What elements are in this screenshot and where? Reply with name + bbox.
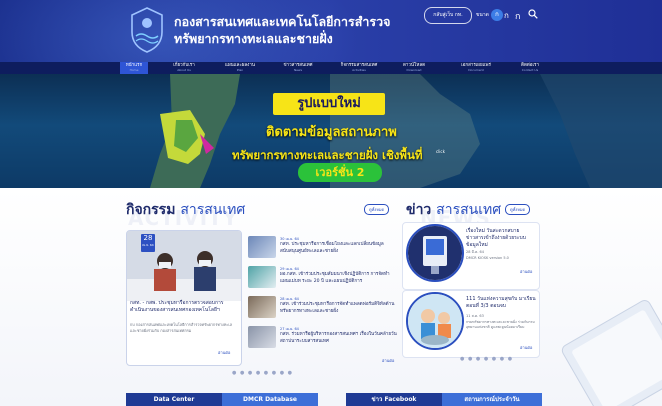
activity-thumb-executives xyxy=(248,326,276,348)
activity-date-day: 28 xyxy=(143,234,153,242)
search-icon[interactable] xyxy=(528,9,538,19)
activities-carousel-dots[interactable]: ● ● ● ● ● ● ● ● xyxy=(232,370,293,376)
hero-title-monitor: ติดตามข้อมูลสถานภาพ xyxy=(266,125,397,140)
font-size-small-button[interactable]: ก xyxy=(491,9,503,21)
news-card-title: 111 วันแห่งความสุขกับ มาเรียน ตอนที่ 3/3… xyxy=(466,296,536,309)
activities-title-rest: สารสนเทศ xyxy=(180,202,246,218)
nav-download-en: Download xyxy=(406,68,422,72)
activity-date-month: เม.ย. 64 xyxy=(142,243,154,247)
tab-daily-situation[interactable]: สถานการณ์ประจำวัน xyxy=(442,393,542,406)
activities-title: กิจกรรม สารสนเทศ xyxy=(126,199,245,221)
news-kiosk-image xyxy=(406,224,464,282)
nav-documents-en: Document xyxy=(468,68,484,72)
news-card-title: เรื่องใหม่ วันสะดวกสบาย ข่าวสารเข้าถึงง่… xyxy=(466,228,526,248)
back-to-dmcr-button[interactable]: กลับสู่เว็บ กท. xyxy=(424,7,472,24)
news-card-caption: กรมทรัพยากรทางทะเลและชายฝั่ง ร่วมกับกรมอ… xyxy=(466,320,535,329)
activity-thumb-discussion xyxy=(248,296,276,318)
dugong-illustration-icon xyxy=(408,294,462,348)
font-size-label: ขนาด xyxy=(476,12,489,18)
activity-feature-summary: กบ กองสารสนเทศและเทคโนโลยีการสำรวจทรัพยา… xyxy=(130,322,233,333)
activity-item[interactable]: 27 เม.ย. 64 กสท. ร่วมหารือผู้บริหารกองสา… xyxy=(248,326,398,354)
news-carousel-dots[interactable]: ● ● ● ● ● ● ● xyxy=(460,356,513,362)
news-card-date: 11 ส.ค. 63 xyxy=(466,314,484,318)
hero-version-button[interactable]: เวอร์ชั่น 2 xyxy=(298,163,382,182)
activity-item-title: กสท. เข้าร่วมประชุมหารือการจัดทำแพลตฟอร์… xyxy=(280,302,395,314)
activities-title-bold: กิจกรรม xyxy=(126,202,176,218)
activity-item-title: กสท. ร่วมหารือผู้บริหารกองสารสนเทศฯ เรื่… xyxy=(280,332,397,344)
tab-dmcr-database[interactable]: DMCR Database xyxy=(222,393,318,406)
font-size-large-button[interactable]: ก xyxy=(515,9,520,23)
nav-news-en: News xyxy=(293,68,303,72)
activity-item[interactable]: 30 เม.ย. 64 กสท. ประชุมหารือการเชื่อมโยง… xyxy=(248,236,398,264)
site-title: กองสารสนเทศและเทคโนโลยีการสำรวจ ทรัพยากร… xyxy=(174,13,390,47)
main-navbar xyxy=(0,62,662,74)
activity-item[interactable]: 28 เม.ย. 64 กสท. เข้าร่วมประชุมหารือการจ… xyxy=(248,296,398,324)
nav-home-en: Home xyxy=(129,68,139,72)
news-card-date: 28 มี.ค. 64 xyxy=(466,250,485,254)
activities-more-button[interactable]: ดูทั้งหมด xyxy=(364,204,390,215)
news-more-button[interactable]: ดูทั้งหมด xyxy=(505,204,531,215)
activity-feature-title[interactable]: กสท. - กสพ. ประชุมหารือการตรวจสอบการดำเน… xyxy=(130,300,238,314)
activity-date-badge: 28 เม.ย. 64 xyxy=(141,234,155,252)
activity-item[interactable]: 29 เม.ย. 64 ผอ.กสท. เข้าร่วมประชุมสัมมนา… xyxy=(248,266,398,294)
activity-thumb-meeting xyxy=(248,236,276,258)
site-title-line1: กองสารสนเทศและเทคโนโลยีการสำรวจ xyxy=(174,14,391,29)
tab-data-center[interactable]: Data Center xyxy=(126,393,222,406)
tablet-decoration-icon xyxy=(561,300,662,406)
nav-contact-en: Contact Us xyxy=(521,68,539,72)
nav-activities-en: Activities xyxy=(352,68,366,72)
tab-facebook-news[interactable]: ข่าว Facebook xyxy=(346,393,442,406)
news-card-caption: DMCR KIOSK version 5.0 xyxy=(466,256,509,260)
activity-thumb-seminar xyxy=(248,266,276,288)
kiosk-icon xyxy=(408,226,462,280)
dmcr-logo[interactable] xyxy=(128,6,166,54)
activity-item-title: ผอ.กสท. เข้าร่วมประชุมสัมมนาเชิงปฏิบัติก… xyxy=(280,272,390,284)
news-title-bold: ข่าว xyxy=(406,202,432,218)
news-card-read-more[interactable]: อ่านต่อ xyxy=(520,268,532,275)
nav-about-en: About Us xyxy=(177,68,191,72)
nav-plan-en: Plan xyxy=(236,68,244,72)
hero-title-new-format: รูปแบบใหม่ xyxy=(273,93,385,115)
news-card-read-more[interactable]: อ่านต่อ xyxy=(520,344,532,351)
activity-feature-read-more[interactable]: อ่านต่อ xyxy=(218,349,230,356)
activity-item-title: กสท. ประชุมหารือการเชื่อมโยงและแลกเปลี่ย… xyxy=(280,242,384,254)
news-title: ข่าว สารสนเทศ xyxy=(406,199,501,221)
activity-list-read-more[interactable]: อ่านต่อ xyxy=(382,357,394,364)
site-title-line2: ทรัพยากรทางทะเลและชายฝั่ง xyxy=(174,31,333,46)
hero-click-hint: click xyxy=(436,149,445,154)
font-size-medium-button[interactable]: ก xyxy=(504,9,509,22)
news-title-rest: สารสนเทศ xyxy=(436,202,502,218)
news-dugong-image xyxy=(406,292,464,350)
